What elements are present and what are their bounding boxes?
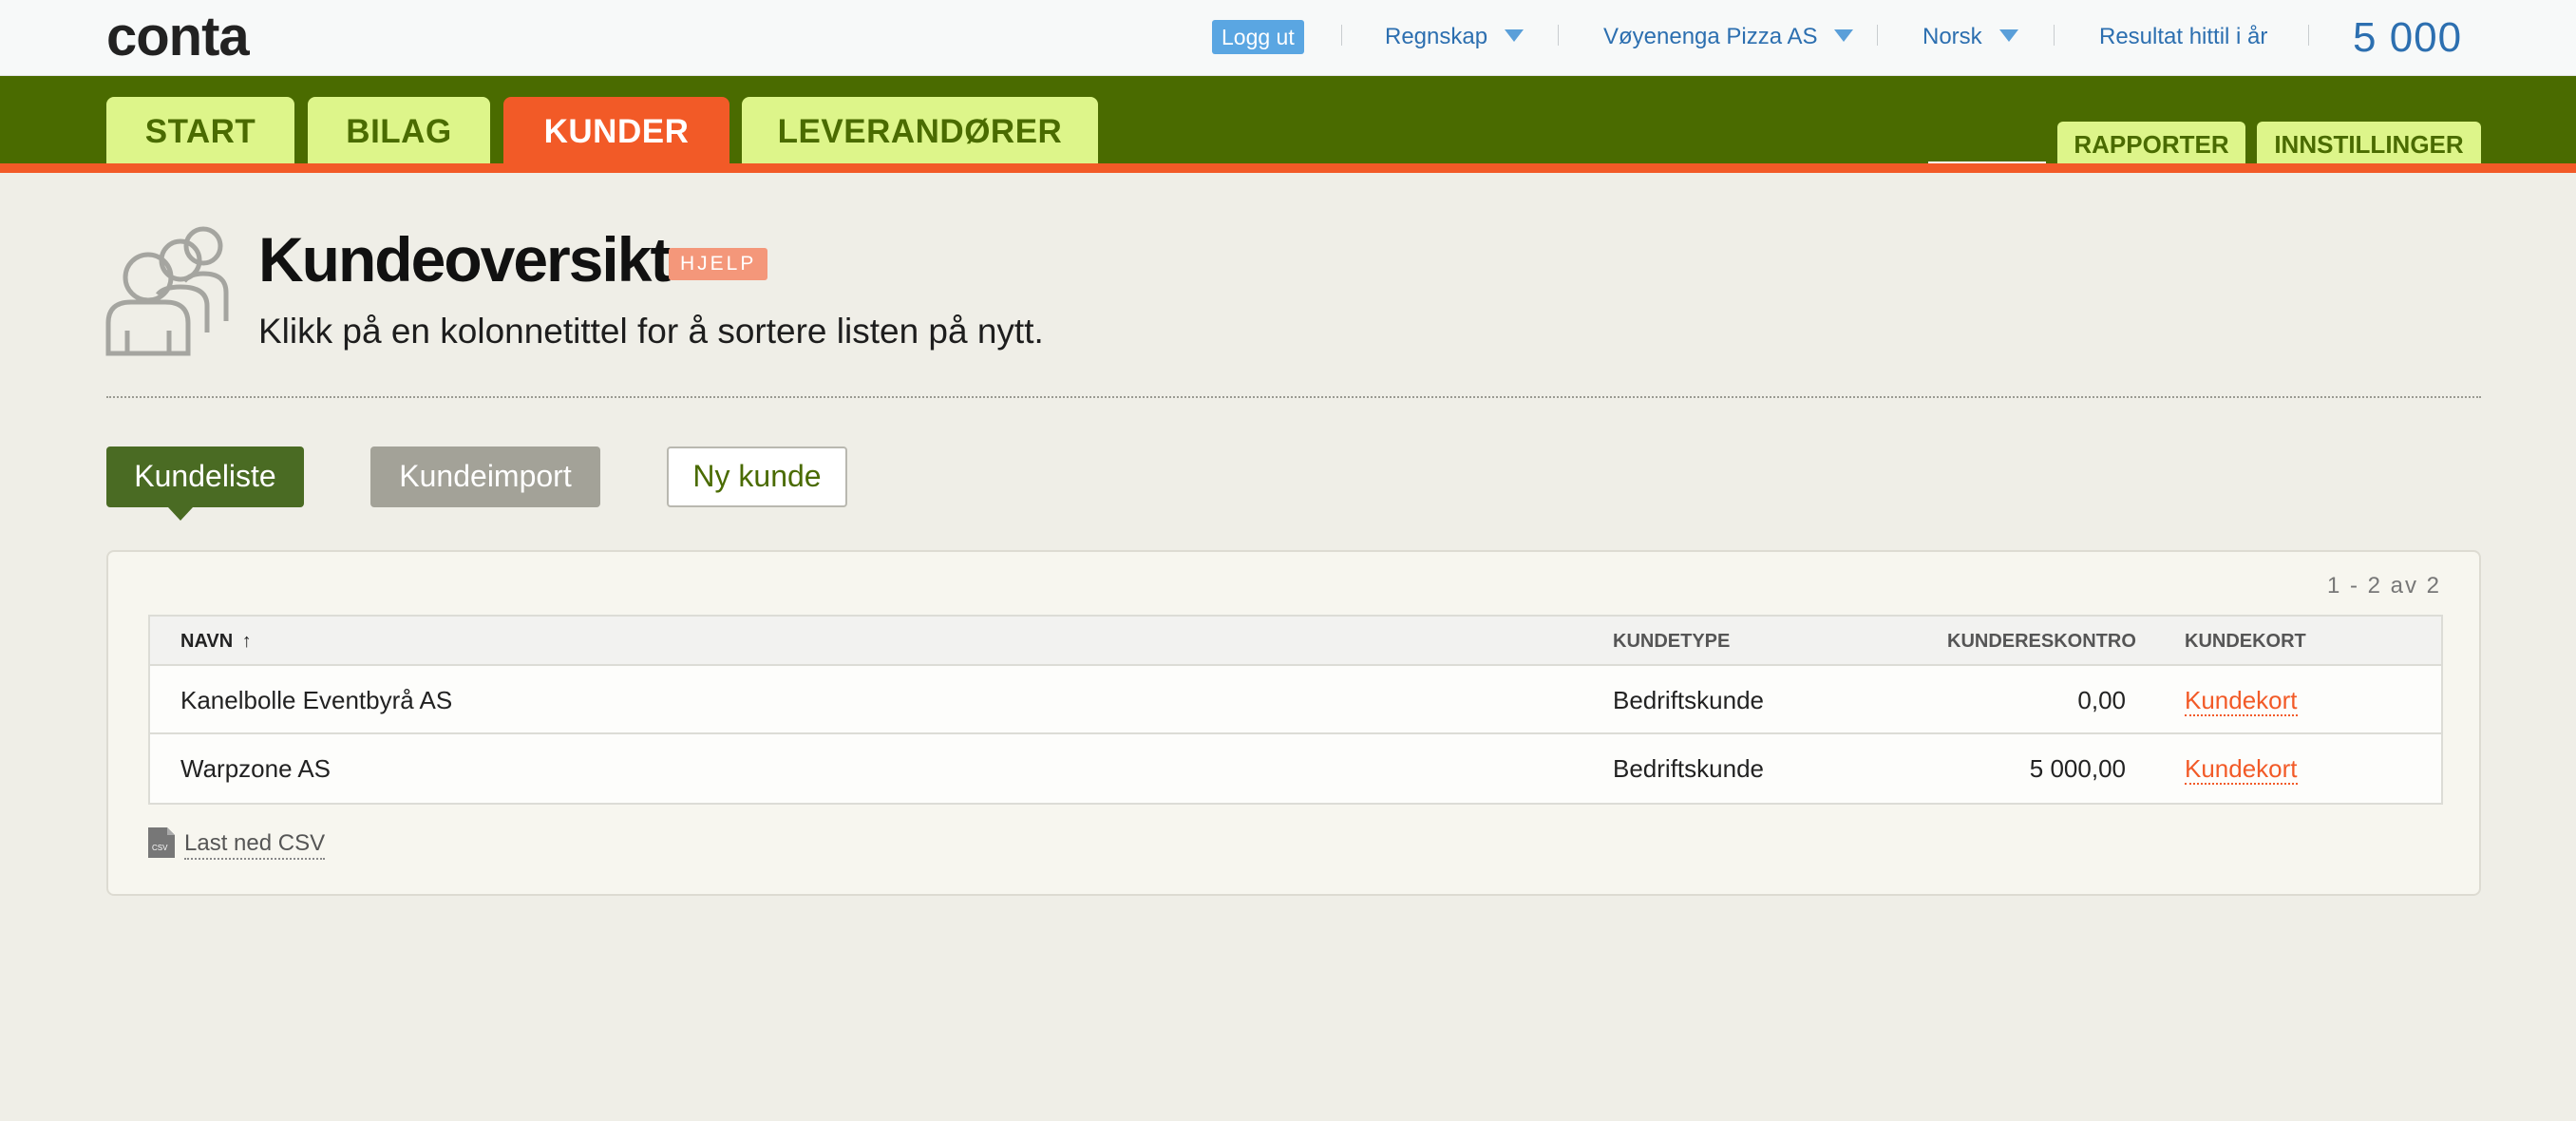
separator <box>1341 25 1342 46</box>
top-bar: conta Logg ut Regnskap Vøyenenga Pizza A… <box>0 0 2576 76</box>
language-menu-label: Norsk <box>1923 24 1982 49</box>
column-header-name[interactable]: NAVN ↑ <box>180 617 252 666</box>
tab-rapporter[interactable]: RAPPORTER <box>2057 122 2245 163</box>
table-header: NAVN ↑ KUNDETYPE KUNDERESKONTRO KUNDEKOR… <box>150 617 2441 666</box>
result-label[interactable]: Resultat hittil i år <box>2099 22 2267 52</box>
column-header-type[interactable]: KUNDETYPE <box>1613 617 1730 666</box>
customer-ledger: 0,00 <box>2077 686 2126 714</box>
tab-leverandorer[interactable]: LEVERANDØRER <box>742 97 1098 163</box>
table-row[interactable]: Kanelbolle Eventbyrå AS Bedriftskunde 0,… <box>150 666 2441 734</box>
customer-name: Kanelbolle Eventbyrå AS <box>180 686 453 714</box>
customer-table: NAVN ↑ KUNDETYPE KUNDERESKONTRO KUNDEKOR… <box>148 615 2443 805</box>
separator <box>2054 25 2055 46</box>
accounting-menu-label: Regnskap <box>1385 24 1488 49</box>
company-menu-label: Vøyenenga Pizza AS <box>1603 24 1818 49</box>
pagination-info: 1 - 2 av 2 <box>2326 573 2441 598</box>
column-header-ledger[interactable]: KUNDERESKONTRO <box>1947 617 2136 666</box>
customer-card-link[interactable]: Kundekort <box>2185 754 2298 785</box>
page-title: Kundeoversikt <box>258 224 671 294</box>
customer-card-cell: Kundekort <box>2185 666 2298 734</box>
table-row[interactable]: Warpzone AS Bedriftskunde 5 000,00 Kunde… <box>150 734 2441 803</box>
customer-ledger: 5 000,00 <box>2029 754 2126 783</box>
nav-accent-stripe <box>0 163 2576 173</box>
customer-list-panel: 1 - 2 av 2 NAVN ↑ KUNDETYPE KUNDERESKONT… <box>106 550 2481 896</box>
accounting-menu[interactable]: Regnskap <box>1385 22 1525 52</box>
divider <box>106 396 2481 398</box>
tab-kunder[interactable]: KUNDER <box>503 97 729 173</box>
help-button[interactable]: HJELP <box>669 248 768 280</box>
customer-type: Bedriftskunde <box>1613 754 1764 783</box>
sort-ascending-icon: ↑ <box>241 631 252 652</box>
page-subtitle: Klikk på en kolonnetittel for å sortere … <box>258 312 1044 351</box>
customer-list-button[interactable]: Kundeliste <box>106 446 304 507</box>
logout-button[interactable]: Logg ut <box>1212 20 1304 54</box>
chevron-down-icon <box>1505 29 1525 43</box>
download-csv-link[interactable]: Last ned CSV <box>184 829 326 860</box>
column-header-card[interactable]: KUNDEKORT <box>2185 617 2306 666</box>
conta-logo[interactable]: conta <box>106 8 273 66</box>
svg-text:CSV: CSV <box>152 844 168 852</box>
customer-card-cell: Kundekort <box>2185 734 2298 803</box>
tab-innstillinger[interactable]: INNSTILLINGER <box>2257 122 2481 163</box>
separator <box>1558 25 1559 46</box>
csv-file-icon: CSV <box>148 827 175 858</box>
customer-card-link[interactable]: Kundekort <box>2185 686 2298 716</box>
tab-bilag[interactable]: BILAG <box>308 97 490 163</box>
separator <box>2308 25 2309 46</box>
customers-icon <box>105 226 229 356</box>
svg-text:conta: conta <box>106 8 250 66</box>
company-menu[interactable]: Vøyenenga Pizza AS <box>1603 22 1854 52</box>
separator <box>1877 25 1878 46</box>
new-customer-button[interactable]: Ny kunde <box>667 446 847 507</box>
active-pointer <box>168 507 193 521</box>
tab-start[interactable]: START <box>106 97 294 163</box>
chevron-down-icon <box>1998 29 2018 43</box>
customer-import-button[interactable]: Kundeimport <box>370 446 600 507</box>
column-header-name-label: NAVN <box>180 631 234 652</box>
nav-notch <box>1928 162 2046 163</box>
customer-name: Warpzone AS <box>180 754 331 783</box>
result-value[interactable]: 5 000 <box>2353 13 2462 63</box>
language-menu[interactable]: Norsk <box>1923 22 2018 52</box>
chevron-down-icon <box>1834 29 1854 43</box>
customer-type: Bedriftskunde <box>1613 686 1764 714</box>
